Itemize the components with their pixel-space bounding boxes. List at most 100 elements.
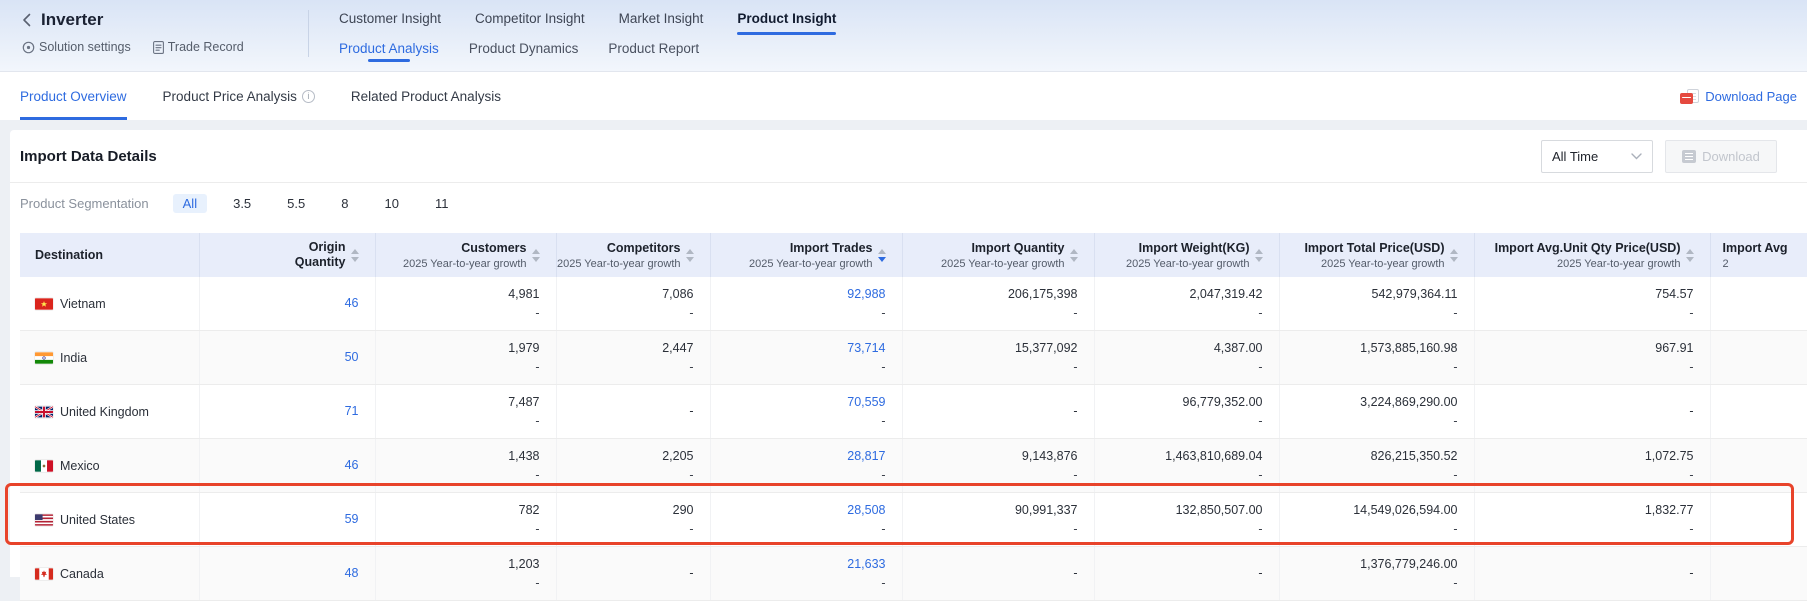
- clipped-cell: [1710, 277, 1807, 331]
- import-data-panel: Import Data Details All Time Download Pr…: [10, 130, 1807, 577]
- tab-product-insight[interactable]: Product Insight: [737, 11, 836, 35]
- column-header-competitors[interactable]: Competitors2025 Year-to-year growth: [556, 233, 710, 277]
- table-scroll-area[interactable]: DestinationOrigin QuantityCustomers2025 …: [20, 233, 1807, 601]
- sort-asc-icon[interactable]: [1070, 249, 1078, 254]
- customers-cell: 782-: [375, 493, 556, 547]
- sort-desc-icon[interactable]: [532, 257, 540, 262]
- growth-value: -: [903, 360, 1078, 375]
- sort-desc-icon[interactable]: [1450, 257, 1458, 262]
- tab-product-analysis[interactable]: Product Analysis: [339, 41, 439, 62]
- import-avg-unit-qty-price-cell: 1,832.77-: [1474, 493, 1710, 547]
- column-header-import-weight-kg[interactable]: Import Weight(KG)2025 Year-to-year growt…: [1094, 233, 1279, 277]
- tab-competitor-insight[interactable]: Competitor Insight: [475, 11, 585, 35]
- competitors-cell: 2,205-: [556, 439, 710, 493]
- app-header: Inverter Solution settings Trade Record …: [0, 0, 1807, 72]
- growth-value: -: [711, 468, 886, 483]
- column-subtitle: 2025 Year-to-year growth: [749, 258, 873, 270]
- import-quantity-cell: -: [902, 385, 1094, 439]
- import-trades-link[interactable]: 28,817: [711, 448, 886, 465]
- growth-value: -: [1475, 468, 1694, 483]
- sort-asc-icon[interactable]: [1450, 249, 1458, 254]
- customers-cell: 7,487-: [375, 385, 556, 439]
- growth-value: -: [1280, 468, 1458, 483]
- sort-desc-icon[interactable]: [878, 257, 886, 262]
- sort-desc-icon[interactable]: [1070, 257, 1078, 262]
- download-button[interactable]: Download: [1665, 140, 1777, 173]
- sort-desc-icon[interactable]: [686, 257, 694, 262]
- cell-value: 1,832.77: [1475, 502, 1694, 519]
- column-header-import-total-price-usd[interactable]: Import Total Price(USD)2025 Year-to-year…: [1279, 233, 1474, 277]
- sort-asc-icon[interactable]: [878, 249, 886, 254]
- flag-united-kingdom-icon: [35, 406, 53, 418]
- growth-value: -: [557, 306, 694, 321]
- column-subtitle: 2025 Year-to-year growth: [403, 258, 527, 270]
- import-total-price-cell: 826,215,350.52 -: [1279, 439, 1474, 493]
- destination-cell: Canada: [20, 547, 199, 601]
- tab-market-insight[interactable]: Market Insight: [619, 11, 704, 35]
- origin-quantity-link[interactable]: 46: [200, 295, 359, 312]
- page-tab-bar: Product Overview Product Price Analysisi R…: [0, 72, 1807, 120]
- import-quantity-cell: 9,143,876-: [902, 439, 1094, 493]
- tab-label: Product Overview: [20, 89, 127, 104]
- sort-icons: [351, 249, 359, 262]
- solution-settings-link[interactable]: Solution settings: [22, 40, 131, 54]
- download-button-label: Download: [1702, 149, 1760, 164]
- column-header-import-quantity[interactable]: Import Quantity2025 Year-to-year growth: [902, 233, 1094, 277]
- tab-product-overview[interactable]: Product Overview: [20, 72, 127, 120]
- sort-icons: [1255, 249, 1263, 262]
- cell-value: 206,175,398: [903, 286, 1078, 303]
- download-page-label: Download Page: [1705, 89, 1797, 104]
- segment-option-5-5[interactable]: 5.5: [277, 194, 315, 213]
- sort-asc-icon[interactable]: [686, 249, 694, 254]
- time-range-select[interactable]: All Time: [1541, 140, 1653, 173]
- sort-desc-icon[interactable]: [351, 257, 359, 262]
- column-header-origin[interactable]: Origin Quantity: [199, 233, 375, 277]
- country-name: Vietnam: [60, 297, 106, 311]
- cell-value: 14,549,026,594.00: [1280, 502, 1458, 519]
- import-trades-link[interactable]: 28,508: [711, 502, 886, 519]
- cell-value: 290: [557, 502, 694, 519]
- segment-option-8[interactable]: 8: [331, 194, 358, 213]
- origin-quantity-link[interactable]: 46: [200, 457, 359, 474]
- origin-quantity-link[interactable]: 48: [200, 565, 359, 582]
- tab-related-product-analysis[interactable]: Related Product Analysis: [351, 72, 501, 120]
- import-trades-link[interactable]: 70,559: [711, 394, 886, 411]
- tab-product-dynamics[interactable]: Product Dynamics: [469, 41, 579, 62]
- import-total-price-cell: 1,573,885,160.98-: [1279, 331, 1474, 385]
- origin-quantity-link[interactable]: 50: [200, 349, 359, 366]
- column-label: Import Total Price(USD): [1304, 241, 1444, 256]
- growth-value: -: [711, 360, 886, 375]
- sort-asc-icon[interactable]: [1255, 249, 1263, 254]
- sort-asc-icon[interactable]: [351, 249, 359, 254]
- column-header-customers[interactable]: Customers2025 Year-to-year growth: [375, 233, 556, 277]
- sort-asc-icon[interactable]: [532, 249, 540, 254]
- segment-option-10[interactable]: 10: [374, 194, 408, 213]
- tab-product-price-analysis[interactable]: Product Price Analysisi: [163, 72, 315, 120]
- cell-value: 1,573,885,160.98: [1280, 340, 1458, 357]
- excel-icon: [1682, 150, 1696, 163]
- origin-quantity-link[interactable]: 71: [200, 403, 359, 420]
- segment-option-3-5[interactable]: 3.5: [223, 194, 261, 213]
- cell-value: 826,215,350.52: [1280, 448, 1458, 465]
- cell-value: 90,991,337: [903, 502, 1078, 519]
- import-trades-link[interactable]: 92,988: [711, 286, 886, 303]
- segment-option-all[interactable]: All: [173, 194, 207, 213]
- sort-desc-icon[interactable]: [1255, 257, 1263, 262]
- column-header-import-trades[interactable]: Import Trades2025 Year-to-year growth: [710, 233, 902, 277]
- import-trades-link[interactable]: 73,714: [711, 340, 886, 357]
- segment-option-11[interactable]: 11: [425, 194, 459, 213]
- import-total-price-cell: 3,224,869,290.00-: [1279, 385, 1474, 439]
- panel-title: Import Data Details: [20, 148, 157, 165]
- tab-product-report[interactable]: Product Report: [608, 41, 699, 62]
- cell-value: 967.91: [1475, 340, 1694, 357]
- country-name: United States: [60, 513, 135, 527]
- sort-asc-icon[interactable]: [1686, 249, 1694, 254]
- tab-customer-insight[interactable]: Customer Insight: [339, 11, 441, 35]
- trade-record-link[interactable]: Trade Record: [153, 40, 244, 54]
- column-header-import-avg-unit-qty-price-usd[interactable]: Import Avg.Unit Qty Price(USD)2025 Year-…: [1474, 233, 1710, 277]
- import-trades-link[interactable]: 21,633: [711, 556, 886, 573]
- download-page-button[interactable]: Download Page: [1680, 89, 1797, 104]
- back-button[interactable]: [22, 13, 31, 27]
- sort-desc-icon[interactable]: [1686, 257, 1694, 262]
- origin-quantity-link[interactable]: 59: [200, 511, 359, 528]
